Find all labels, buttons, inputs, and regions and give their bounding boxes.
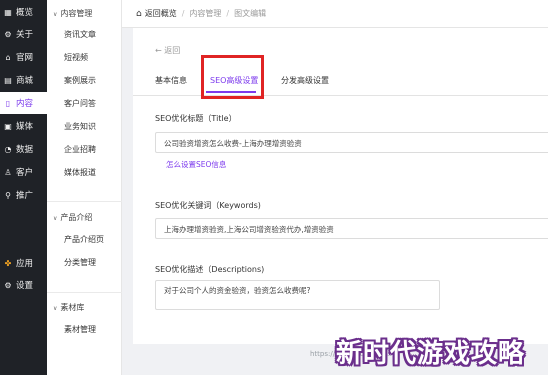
editor-card: ← 返回 基本信息 SEO高级设置 分发高级设置 SEO优化标题（Title） … xyxy=(133,28,548,344)
chevron-down-icon: ∨ xyxy=(53,305,58,312)
user-icon: ♙ xyxy=(4,167,12,177)
subnav-item-articles[interactable]: 资讯文章 xyxy=(64,29,96,40)
share-icon: ⚲ xyxy=(5,190,11,200)
nav-item-about[interactable]: ⚙ 关于 xyxy=(0,23,47,45)
nav-item-promotion[interactable]: ⚲ 推广 xyxy=(0,184,47,206)
seo-keywords-label: SEO优化关键词（Keywords) xyxy=(155,201,261,210)
subnav-item-asset-management[interactable]: 素材管理 xyxy=(64,324,96,335)
nav-item-label: 数据 xyxy=(16,145,34,155)
breadcrumb-separator: / xyxy=(181,9,185,18)
seo-help-link[interactable]: 怎么设置SEO信息 xyxy=(166,159,226,170)
store-icon: ▤ xyxy=(4,75,12,85)
nav-item-apps[interactable]: ✤ 应用 xyxy=(0,252,47,274)
subnav-item-press[interactable]: 媒体报道 xyxy=(64,167,96,178)
tab-distribution-settings[interactable]: 分发高级设置 xyxy=(281,75,329,86)
seo-title-input[interactable]: 公司验资增资怎么收费-上海办理增资验资 xyxy=(155,132,548,153)
chart-icon: ◔ xyxy=(4,144,12,154)
media-icon: ▣ xyxy=(4,121,12,131)
home-icon: ⌂ xyxy=(5,52,11,62)
nav-item-label: 关于 xyxy=(16,30,34,40)
subnav-group-assets[interactable]: ∨ 素材库 xyxy=(53,302,84,313)
seo-description-textarea[interactable]: 对于公司个人的资金验资，验资怎么收费呢? xyxy=(155,280,440,310)
tab-basic-info[interactable]: 基本信息 xyxy=(155,75,187,86)
subnav-item-product-page[interactable]: 产品介绍页 xyxy=(64,234,104,245)
nav-item-label: 官网 xyxy=(16,53,34,63)
subnav-group-label: 内容管理 xyxy=(60,9,93,18)
tab-bar: 基本信息 SEO高级设置 分发高级设置 xyxy=(133,68,548,96)
gear-icon: ⚙ xyxy=(4,29,12,39)
nav-item-customers[interactable]: ♙ 客户 xyxy=(0,161,47,183)
home-icon[interactable]: ⌂ xyxy=(136,9,142,19)
grid-icon: ▦ xyxy=(4,7,12,17)
subnav-divider xyxy=(47,201,122,202)
main-sidebar: ▦ 概览 ⚙ 关于 ⌂ 官网 ▤ 商城 ▯ 内容 ▣ 媒体 ◔ 数据 ♙ 客户 … xyxy=(0,0,47,375)
nav-item-label: 内容 xyxy=(16,99,34,109)
nav-item-label: 推广 xyxy=(16,191,34,201)
nav-item-label: 客户 xyxy=(16,168,34,178)
nav-item-data[interactable]: ◔ 数据 xyxy=(0,138,47,160)
chevron-down-icon: ∨ xyxy=(53,215,58,222)
subnav-group-products[interactable]: ∨ 产品介绍 xyxy=(53,212,92,223)
nav-item-overview[interactable]: ▦ 概览 xyxy=(0,1,47,23)
nav-item-website[interactable]: ⌂ 官网 xyxy=(0,46,47,68)
nav-item-content[interactable]: ▯ 内容 xyxy=(0,92,47,114)
subnav-group-label: 产品介绍 xyxy=(60,213,93,222)
settings-icon: ⚙ xyxy=(4,280,12,290)
breadcrumb: ⌂ 返回概览 / 内容管理 / 图文编辑 xyxy=(122,0,548,28)
breadcrumb-home[interactable]: 返回概览 xyxy=(145,8,177,19)
subnav-item-knowledge[interactable]: 业务知识 xyxy=(64,121,96,132)
seo-description-label: SEO优化描述（Descriptions) xyxy=(155,265,265,274)
nav-item-settings[interactable]: ⚙ 设置 xyxy=(0,274,47,296)
breadcrumb-item-content-management[interactable]: 内容管理 xyxy=(189,8,221,19)
breadcrumb-separator: / xyxy=(226,9,230,18)
subnav-item-qa[interactable]: 客户问答 xyxy=(64,98,96,109)
subnav-item-short-video[interactable]: 短视频 xyxy=(64,52,88,63)
nav-item-store[interactable]: ▤ 商城 xyxy=(0,69,47,91)
nav-item-label: 概览 xyxy=(16,8,34,18)
nav-item-label: 商城 xyxy=(16,76,34,86)
sub-sidebar: ∨ 内容管理 资讯文章 短视频 案例展示 客户问答 业务知识 企业招聘 媒体报道 … xyxy=(47,0,122,375)
subnav-item-categories[interactable]: 分类管理 xyxy=(64,257,96,268)
breadcrumb-item-editor: 图文编辑 xyxy=(234,9,267,18)
nav-item-label: 媒体 xyxy=(16,122,34,132)
annotation-highlight-box xyxy=(201,55,264,99)
document-icon: ▯ xyxy=(5,98,11,108)
subnav-item-cases[interactable]: 案例展示 xyxy=(64,75,96,86)
nav-item-label: 应用 xyxy=(16,259,34,269)
nav-item-label: 设置 xyxy=(16,281,34,291)
seo-keywords-input[interactable]: 上海办理增资验资,上海公司增资验资代办,增资验资 xyxy=(155,218,548,239)
nav-item-media[interactable]: ▣ 媒体 xyxy=(0,115,47,137)
chevron-down-icon: ∨ xyxy=(53,11,58,18)
subnav-group-content-management[interactable]: ∨ 内容管理 xyxy=(53,8,92,19)
seo-title-label: SEO优化标题（Title） xyxy=(155,114,237,123)
apps-icon: ✤ xyxy=(4,258,12,268)
subnav-group-label: 素材库 xyxy=(60,303,85,312)
watermark-text: 新时代游戏攻略 xyxy=(336,339,526,369)
back-link[interactable]: ← 返回 xyxy=(155,45,180,56)
subnav-divider xyxy=(47,292,122,293)
subnav-item-recruitment[interactable]: 企业招聘 xyxy=(64,144,96,155)
